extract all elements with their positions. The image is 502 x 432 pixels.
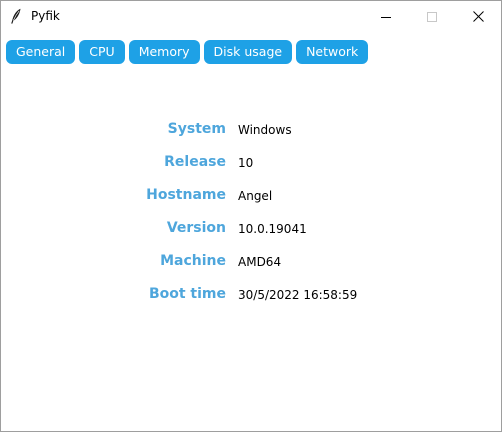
tab-cpu[interactable]: CPU bbox=[79, 40, 125, 64]
close-icon bbox=[472, 7, 484, 26]
info-row-version: Version 10.0.19041 bbox=[1, 218, 501, 238]
info-label: Version bbox=[166, 220, 226, 236]
info-value: Windows bbox=[238, 123, 292, 137]
info-value: AMD64 bbox=[238, 255, 282, 269]
info-label: Machine bbox=[160, 253, 226, 269]
tab-bar: General CPU Memory Disk usage Network bbox=[6, 40, 372, 64]
info-row-boot-time: Boot time 30/5/2022 16:58:59 bbox=[1, 284, 501, 304]
minimize-icon bbox=[381, 7, 391, 26]
info-label: System bbox=[167, 121, 226, 137]
info-label: Release bbox=[164, 154, 226, 170]
info-value: Angel bbox=[238, 189, 273, 203]
info-row-machine: Machine AMD64 bbox=[1, 251, 501, 271]
maximize-button[interactable] bbox=[409, 1, 455, 32]
minimize-button[interactable] bbox=[363, 1, 409, 32]
maximize-icon bbox=[427, 7, 437, 26]
app-window: Pyfik General CPU Memory Disk usage Netw… bbox=[0, 0, 502, 432]
info-row-release: Release 10 bbox=[1, 152, 501, 172]
tab-memory[interactable]: Memory bbox=[128, 40, 200, 64]
close-button[interactable] bbox=[455, 1, 501, 32]
window-title: Pyfik bbox=[31, 9, 60, 23]
info-row-hostname: Hostname Angel bbox=[1, 185, 501, 205]
info-value: 30/5/2022 16:58:59 bbox=[238, 288, 358, 302]
info-value: 10.0.19041 bbox=[238, 222, 307, 236]
tab-general[interactable]: General bbox=[6, 40, 76, 64]
info-label: Boot time bbox=[148, 286, 226, 302]
title-bar[interactable]: Pyfik bbox=[1, 1, 501, 32]
feather-icon bbox=[10, 8, 22, 24]
tab-network[interactable]: Network bbox=[296, 40, 369, 64]
info-value: 10 bbox=[238, 156, 254, 170]
info-label: Hostname bbox=[146, 187, 226, 203]
tab-disk-usage[interactable]: Disk usage bbox=[203, 40, 293, 64]
info-row-system: System Windows bbox=[1, 119, 501, 139]
